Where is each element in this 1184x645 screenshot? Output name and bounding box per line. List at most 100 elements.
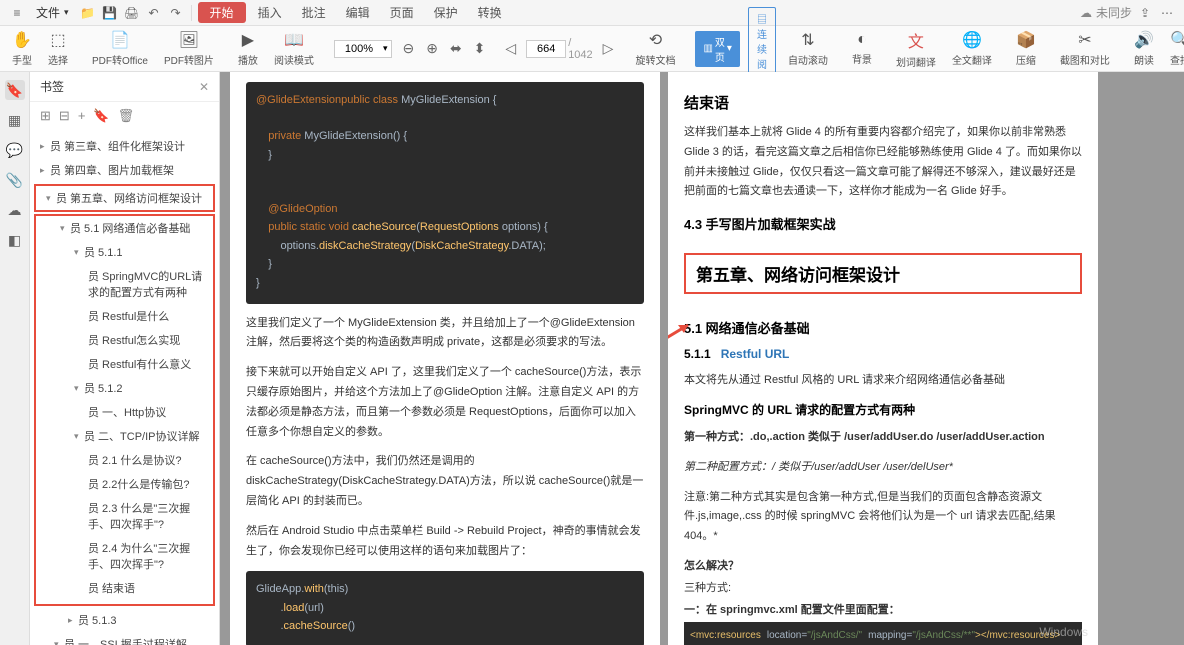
collapse-all-icon[interactable]: ⊟ — [59, 108, 70, 124]
bookmark-icon[interactable]: 🔖 — [93, 108, 109, 124]
bookmark-item[interactable]: ▸员 第三章、组件化框架设计 — [30, 134, 219, 158]
tab-protect[interactable]: 保护 — [426, 2, 466, 23]
layer-panel-icon[interactable]: ◧ — [5, 230, 25, 250]
tool-hand[interactable]: ✋手型 — [8, 30, 36, 67]
tool-word-trans[interactable]: 文划词翻译 — [892, 28, 940, 69]
code-block-1: @GlideExtensionpublic class MyGlideExten… — [246, 82, 644, 304]
save-icon[interactable]: 💾 — [101, 4, 119, 22]
bookmark-item[interactable]: ▾员 5.1 网络通信必备基础 — [36, 216, 213, 240]
tool-read-mode[interactable]: 📖阅读模式 — [270, 30, 318, 67]
bookmark-item[interactable]: ▸员 5.1.3 — [30, 608, 219, 632]
share-icon[interactable]: ⇪ — [1136, 4, 1154, 22]
tab-page[interactable]: 页面 — [382, 2, 422, 23]
menubar: ≡ 文件 ▾ 📁 💾 🖨 ↶ ↷ 开始 插入 批注 编辑 页面 保护 转换 ☁ … — [0, 0, 1184, 26]
thumbnail-panel-icon[interactable]: ▦ — [5, 110, 25, 130]
expand-all-icon[interactable]: ⊞ — [40, 108, 51, 124]
sidebar-close-icon[interactable]: ✕ — [199, 80, 209, 94]
redo-icon[interactable]: ↷ — [167, 4, 185, 22]
bookmark-item[interactable]: 员 结束语 — [36, 576, 213, 600]
how-solve: 怎么解决？ — [684, 557, 1082, 577]
tool-full-trans[interactable]: 🌐全文翻译 — [948, 30, 996, 67]
bookmark-item[interactable]: 员 2.2什么是传输包? — [36, 472, 213, 496]
zoom-control[interactable]: ▾ — [334, 40, 393, 58]
page-input[interactable] — [526, 40, 566, 58]
open-icon[interactable]: 📁 — [79, 4, 97, 22]
cloud-panel-icon[interactable]: ☁ — [5, 200, 25, 220]
tab-annotate[interactable]: 批注 — [294, 2, 334, 23]
tool-pdf-image[interactable]: 🖼PDF转图片 — [160, 30, 218, 67]
delete-bookmark-icon[interactable]: 🗑 — [118, 108, 135, 124]
bookmark-item[interactable]: ▾员 5.1.2 — [36, 376, 213, 400]
bookmark-list: ▸员 第三章、组件化框架设计 ▸员 第四章、图片加载框架 ▾员 第五章、网络访问… — [30, 130, 219, 645]
fit-page-icon[interactable]: ⬍ — [472, 40, 488, 57]
document-viewport[interactable]: @GlideExtensionpublic class MyGlideExten… — [220, 72, 1184, 645]
chapter-5-title: 第五章、网络访问框架设计 — [684, 253, 1082, 294]
paragraph: 在 cacheSource()方法中，我们仍然还是调用的diskCacheStr… — [246, 452, 644, 511]
bookmark-item[interactable]: ▾员 5.1.1 — [36, 240, 213, 264]
menu-icon[interactable]: ≡ — [8, 4, 26, 22]
zoom-in-icon[interactable]: ⊕ — [424, 40, 440, 57]
note-paragraph: 注意:第二种方式其实是包含第一种方式,但是当我们的页面包含静态资源文件.js,i… — [684, 488, 1082, 547]
start-tab[interactable]: 开始 — [198, 2, 246, 23]
tool-compress[interactable]: 📦压缩 — [1012, 30, 1040, 67]
tool-find[interactable]: 🔍查找 — [1166, 30, 1184, 67]
fit-width-icon[interactable]: ⬌ — [448, 40, 464, 57]
bookmark-item[interactable]: 员 SpringMVC的URL请求的配置方式有两种 — [36, 264, 213, 304]
undo-icon[interactable]: ↶ — [145, 4, 163, 22]
tool-play[interactable]: ▶播放 — [234, 30, 262, 67]
tab-convert[interactable]: 转换 — [470, 2, 510, 23]
tool-auto-scroll[interactable]: ⇅自动滚动 — [784, 30, 832, 67]
bookmark-item[interactable]: 员 Restful是什么 — [36, 304, 213, 328]
bookmark-item[interactable]: 员 2.3 什么是"三次握手、四次挥手"? — [36, 496, 213, 536]
zoom-out-icon[interactable]: ⊖ — [400, 40, 416, 57]
prev-page-icon[interactable]: ◁ — [503, 40, 518, 57]
intro-paragraph: 本文将先从通过 Restful 风格的 URL 请求来介绍网络通信必备基础 — [684, 371, 1082, 391]
zoom-input[interactable] — [339, 43, 379, 55]
sync-status[interactable]: ☁ 未同步 — [1080, 4, 1132, 21]
tool-background[interactable]: ◐背景 — [848, 31, 876, 66]
section-5-1-1: 5.1.1 Restful URL — [684, 347, 1082, 361]
file-menu[interactable]: 文件 ▾ — [30, 2, 75, 23]
bookmark-item[interactable]: 员 Restful有什么意义 — [36, 352, 213, 376]
way-2: 第二种配置方式：/ 类似于/user/addUser /user/delUser… — [684, 458, 1082, 478]
bookmark-item[interactable]: ▾员 二、TCP/IP协议详解 — [36, 424, 213, 448]
ending-title: 结束语 — [684, 92, 1082, 113]
way-a: 一：在 springmvc.xml 配置文件里面配置： — [684, 601, 1082, 621]
tab-insert[interactable]: 插入 — [250, 2, 290, 23]
bookmark-item[interactable]: 员 一、Http协议 — [36, 400, 213, 424]
bookmark-item[interactable]: ▸员 第四章、图片加载框架 — [30, 158, 219, 182]
tool-crop[interactable]: ✂截图和对比 — [1056, 30, 1114, 67]
tool-pdf-office[interactable]: 📄PDF转Office — [88, 30, 152, 67]
attachment-panel-icon[interactable]: 📎 — [5, 170, 25, 190]
pdf-page-right: 结束语 这样我们基本上就将 Glide 4 的所有重要内容都介绍完了，如果你以前… — [668, 72, 1098, 645]
left-iconbar: 🔖 ▦ 💬 📎 ☁ ◧ — [0, 72, 30, 645]
three-ways: 三种方式: — [684, 579, 1082, 599]
comment-panel-icon[interactable]: 💬 — [5, 140, 25, 160]
bookmark-item[interactable]: 员 2.4 为什么"三次握手、四次挥手"? — [36, 536, 213, 576]
bookmark-item[interactable]: ▾员 第五章、网络访问框架设计 — [36, 186, 213, 210]
paragraph: 然后在 Android Studio 中点击菜单栏 Build -> Rebui… — [246, 522, 644, 562]
bookmark-item[interactable]: 员 2.1 什么是协议? — [36, 448, 213, 472]
bookmark-item[interactable]: 员 Restful怎么实现 — [36, 328, 213, 352]
pdf-page-left: @GlideExtensionpublic class MyGlideExten… — [230, 72, 660, 645]
paragraph: 这里我们定义了一个 MyGlideExtension 类，并且给加上了一个@Gl… — [246, 314, 644, 354]
tool-select[interactable]: ⬚选择 — [44, 30, 72, 67]
paragraph: 接下来就可以开始自定义 API 了，这里我们定义了一个 cacheSource(… — [246, 363, 644, 442]
double-page-btn[interactable]: ▥ 双页 ▾ — [695, 31, 739, 67]
xml-code-block: <mvc:resources location="/jsAndCss/" map… — [684, 622, 1082, 645]
tab-edit[interactable]: 编辑 — [338, 2, 378, 23]
tool-read-aloud[interactable]: 🔊朗读 — [1130, 30, 1158, 67]
next-page-icon[interactable]: ▷ — [601, 40, 616, 57]
tool-rotate[interactable]: ⟲旋转文档 — [631, 30, 679, 67]
bookmark-panel-icon[interactable]: 🔖 — [5, 80, 25, 100]
code-block-2: GlideApp.with(this) .load(url) .cacheSou… — [246, 571, 644, 645]
more-icon[interactable]: ⋯ — [1158, 4, 1176, 22]
page-control: / 1042 — [526, 37, 592, 61]
section-4-3: 4.3 手写图片加载框架实战 — [684, 214, 1082, 233]
main-area: 🔖 ▦ 💬 📎 ☁ ◧ 书签 ✕ ⊞ ⊟ + 🔖 🗑 ▸员 第三章、组件化框架设… — [0, 72, 1184, 645]
sidebar-header: 书签 ✕ — [30, 72, 219, 102]
toolbar: ✋手型 ⬚选择 📄PDF转Office 🖼PDF转图片 ▶播放 📖阅读模式 ▾ … — [0, 26, 1184, 72]
bookmark-item[interactable]: ▾员 一、SSL握手过程详解 — [30, 632, 219, 645]
print-icon[interactable]: 🖨 — [123, 4, 141, 22]
add-bookmark-icon[interactable]: + — [78, 108, 86, 124]
